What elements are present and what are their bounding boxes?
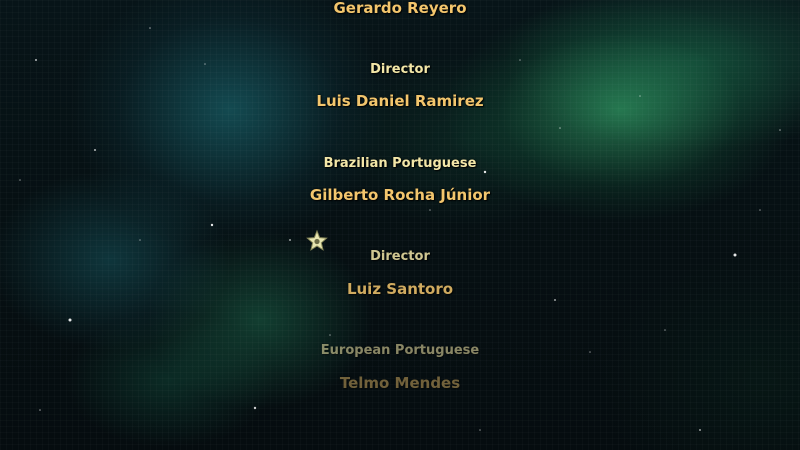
credit-name: Telmo Mendes	[339, 374, 461, 392]
credits-list: Gerardo Reyero Director Luis Daniel Rami…	[0, 0, 800, 450]
credit-role: Brazilian Portuguese	[323, 156, 477, 171]
credit-name: Luiz Santoro	[346, 280, 454, 298]
credit-name: Luis Daniel Ramirez	[316, 92, 484, 110]
credit-name: Gerardo Reyero	[333, 0, 467, 17]
credit-role: Director	[370, 249, 430, 264]
credit-name: Gilberto Rocha Júnior	[309, 186, 491, 204]
credit-role: European Portuguese	[320, 343, 480, 358]
credit-role: Director	[370, 62, 430, 77]
credits-screen: Gerardo Reyero Director Luis Daniel Rami…	[0, 0, 800, 450]
star-cursor-icon	[306, 229, 328, 251]
